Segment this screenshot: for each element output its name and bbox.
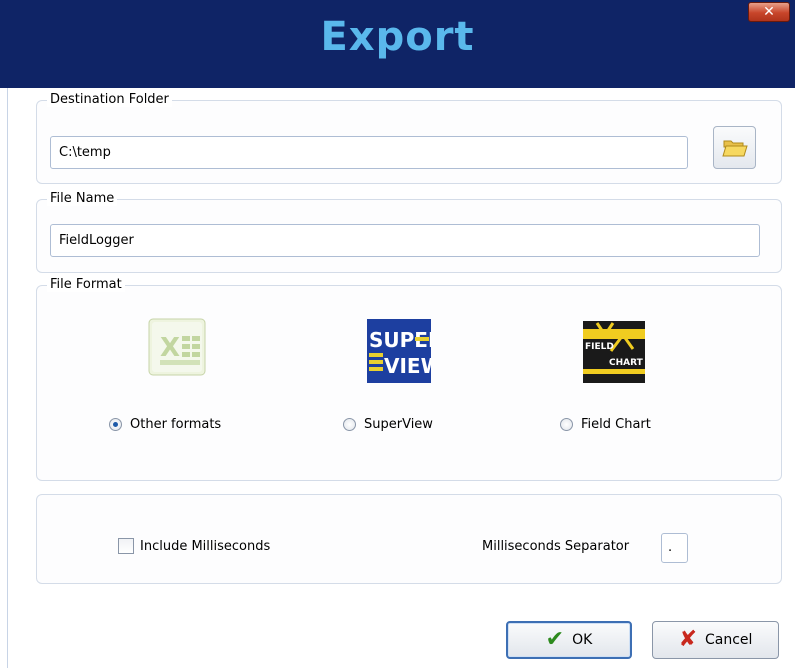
checkmark-icon: ✔ [545,627,565,652]
radio-button-checked[interactable] [109,418,122,431]
include-milliseconds-checkbox-row[interactable]: Include Milliseconds [118,538,270,554]
destination-path-input[interactable]: C:\temp [50,136,688,169]
file-name-input[interactable]: FieldLogger [50,224,760,257]
fieldchart-logo-bottom: CHART [609,358,644,368]
cancel-button-label: Cancel [705,632,753,648]
radio-other-formats[interactable]: Other formats [109,417,221,432]
ok-button[interactable]: ✔ OK [506,621,632,659]
file-name-label: File Name [47,191,118,206]
close-button[interactable]: ✕ [748,2,790,22]
close-icon: ✕ [763,4,775,20]
radio-other-formats-label: Other formats [130,417,222,432]
radio-superview[interactable]: SuperView [343,417,433,432]
superview-logo-bottom: VIEW [384,354,431,378]
radio-superview-label: SuperView [364,417,433,432]
window-left-edge [0,88,8,668]
excel-icon: X [146,316,210,382]
include-milliseconds-label: Include Milliseconds [140,538,271,554]
cancel-button[interactable]: ✘ Cancel [652,621,779,659]
superview-icon: SUPER VIEW [367,319,443,387]
radio-button[interactable] [343,418,356,431]
radio-field-chart[interactable]: Field Chart [560,417,651,432]
destination-folder-label: Destination Folder [47,92,172,107]
radio-field-chart-label: Field Chart [581,417,651,432]
file-format-label: File Format [47,277,125,292]
ok-button-label: OK [572,632,593,648]
window-title: Export [320,14,475,60]
title-bar: Export ✕ [0,0,795,88]
folder-open-icon [722,140,748,157]
milliseconds-separator-label: Milliseconds Separator [482,539,630,554]
radio-button[interactable] [560,418,573,431]
milliseconds-separator-input[interactable]: . [661,533,688,563]
fieldchart-icon: FIELD CHART [583,321,645,387]
include-milliseconds-checkbox[interactable] [118,538,134,554]
cancel-x-icon: ✘ [678,627,697,652]
fieldchart-logo-top: FIELD [585,342,614,352]
browse-folder-button[interactable] [713,126,756,169]
svg-text:X: X [160,333,180,363]
